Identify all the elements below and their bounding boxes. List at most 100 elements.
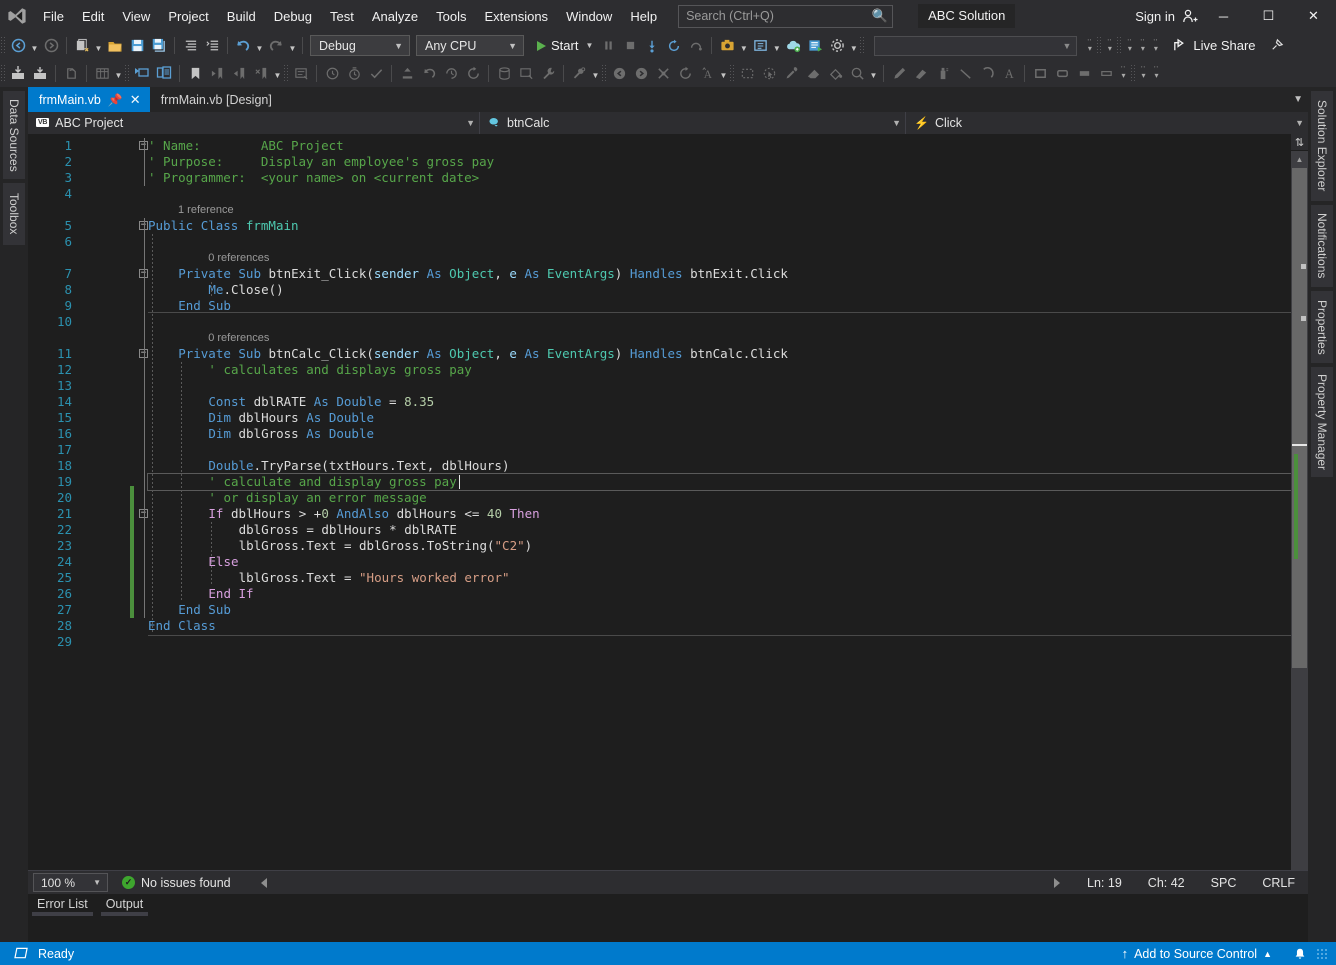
- close-icon[interactable]: ✕: [130, 92, 141, 108]
- menu-file[interactable]: File: [34, 0, 73, 32]
- add-to-source-control-button[interactable]: ↑ Add to Source Control ▲: [1122, 946, 1272, 961]
- undo-dropdown[interactable]: ▼: [254, 36, 265, 56]
- toolbar-grip[interactable]: [729, 63, 736, 83]
- undo-icon[interactable]: [232, 35, 254, 57]
- copy-block-icon[interactable]: [153, 62, 175, 84]
- redo-dropdown[interactable]: ▼: [287, 36, 298, 56]
- configuration-combo[interactable]: Debug ▼: [310, 35, 410, 56]
- bookmark-icon[interactable]: [184, 62, 206, 84]
- menu-test[interactable]: Test: [321, 0, 363, 32]
- maximize-button[interactable]: ☐: [1246, 0, 1291, 32]
- platform-combo[interactable]: Any CPU ▼: [416, 35, 524, 56]
- code-line[interactable]: 8 Me.Close(): [28, 282, 1308, 298]
- live-visual-tree-icon[interactable]: [749, 35, 771, 57]
- scrollbar-thumb[interactable]: [1292, 168, 1307, 668]
- eol-indicator[interactable]: CRLF: [1249, 876, 1308, 890]
- code-line[interactable]: 1 ' Name: ABC Project: [28, 138, 1308, 154]
- code-line[interactable]: 18 Double.TryParse(txtHours.Text, dblHour…: [28, 458, 1308, 474]
- global-search[interactable]: 🔍: [678, 4, 894, 28]
- open-file-icon[interactable]: [104, 35, 126, 57]
- save-icon[interactable]: [126, 35, 148, 57]
- editor-tab-frmmain-vb[interactable]: frmMain.vb 📌 ✕: [28, 87, 150, 112]
- menu-project[interactable]: Project: [159, 0, 217, 32]
- toolbar-grip[interactable]: [859, 36, 867, 55]
- live-share-button[interactable]: Live Share: [1172, 38, 1256, 53]
- resize-grip[interactable]: [1316, 947, 1328, 960]
- sidebar-tab-toolbox[interactable]: Toolbox: [3, 183, 25, 245]
- step-into-icon[interactable]: [641, 35, 663, 57]
- spaces-indicator[interactable]: SPC: [1198, 876, 1250, 890]
- navbar-event-combo[interactable]: ⚡ Click ▼: [906, 111, 1308, 134]
- code-line[interactable]: 21 If dblHours > +0 AndAlso dblHours <= 4…: [28, 506, 1308, 522]
- comment-lines-icon[interactable]: [179, 35, 201, 57]
- tab-output[interactable]: Output: [97, 894, 153, 916]
- code-line[interactable]: 15 Dim dblHours As Double: [28, 410, 1308, 426]
- run-to-icon[interactable]: [804, 35, 826, 57]
- sidebar-tab-solution-explorer[interactable]: Solution Explorer: [1311, 91, 1333, 201]
- editor-tab-frmmain-design[interactable]: frmMain.vb [Design]: [149, 87, 281, 112]
- navigate-back-dropdown[interactable]: ▼: [29, 36, 40, 56]
- code-editor-surface[interactable]: 1 ' Name: ABC Project 2 ' Purpose: Display …: [28, 134, 1308, 894]
- find-combo[interactable]: ▼: [874, 35, 1078, 56]
- tab-error-list[interactable]: Error List: [28, 894, 97, 916]
- import-data-icon[interactable]: [7, 62, 29, 84]
- code-line[interactable]: 20 ' or display an error message: [28, 490, 1308, 506]
- tab-overflow-icon[interactable]: ▼: [1293, 94, 1303, 105]
- code-line[interactable]: 6: [28, 234, 1308, 250]
- layout-icon-c[interactable]: '' ▾: [1150, 66, 1163, 80]
- gear-icon[interactable]: [826, 35, 848, 57]
- screenshot-icon[interactable]: [716, 35, 738, 57]
- menu-debug[interactable]: Debug: [265, 0, 321, 32]
- code-line[interactable]: 10: [28, 314, 1308, 330]
- code-line[interactable]: 29: [28, 634, 1308, 650]
- live-tree-dropdown[interactable]: ▼: [771, 36, 782, 56]
- data-grid-dropdown[interactable]: ▼: [113, 63, 124, 83]
- magnifier-dropdown[interactable]: ▼: [868, 63, 879, 83]
- code-line[interactable]: 13: [28, 378, 1308, 394]
- toolbar-grip[interactable]: [0, 36, 7, 55]
- toolbar-grip[interactable]: [283, 63, 290, 83]
- start-debug-button[interactable]: Start ▼: [531, 35, 597, 57]
- codelens-reference-count[interactable]: 0 references: [208, 250, 269, 266]
- code-line[interactable]: 26 End If: [28, 586, 1308, 602]
- navigate-back-icon[interactable]: [7, 35, 29, 57]
- codelens-reference-count[interactable]: 0 references: [208, 330, 269, 346]
- cloud-icon[interactable]: [782, 35, 804, 57]
- screenshot-dropdown[interactable]: ▼: [738, 36, 749, 56]
- rename-icon[interactable]: [131, 62, 153, 84]
- notification-bell-button[interactable]: [1293, 947, 1307, 961]
- code-line[interactable]: 7 Private Sub btnExit_Click(sender As Obj…: [28, 266, 1308, 282]
- codelens-reference-count[interactable]: 1 reference: [178, 202, 234, 218]
- navbar-member-combo[interactable]: btnCalc ▼: [480, 111, 906, 134]
- sidebar-tab-properties[interactable]: Properties: [1311, 291, 1333, 363]
- search-input[interactable]: [686, 9, 870, 23]
- menu-edit[interactable]: Edit: [73, 0, 113, 32]
- dock-layout-icon-1[interactable]: '' ▾: [1083, 39, 1096, 53]
- toolbar-grip[interactable]: [1096, 36, 1104, 55]
- issues-status[interactable]: ✓ No issues found: [122, 876, 231, 890]
- menu-help[interactable]: Help: [621, 0, 666, 32]
- uncomment-lines-icon[interactable]: [201, 35, 223, 57]
- code-line[interactable]: 25 lblGross.Text = "Hours worked error": [28, 570, 1308, 586]
- menu-build[interactable]: Build: [218, 0, 265, 32]
- sidebar-tab-property-manager[interactable]: Property Manager: [1311, 367, 1333, 477]
- pin-icon[interactable]: 📌: [108, 93, 123, 107]
- toolbar-grip[interactable]: [1116, 36, 1124, 55]
- menu-window[interactable]: Window: [557, 0, 621, 32]
- code-line[interactable]: 4: [28, 186, 1308, 202]
- code-line[interactable]: 17: [28, 442, 1308, 458]
- code-line[interactable]: 24 Else: [28, 554, 1308, 570]
- new-project-icon[interactable]: [71, 35, 93, 57]
- pin-window-icon[interactable]: [1266, 35, 1288, 57]
- close-button[interactable]: ✕: [1291, 0, 1336, 32]
- menu-view[interactable]: View: [113, 0, 159, 32]
- code-line[interactable]: 11 Private Sub btnCalc_Click(sender As Ob…: [28, 346, 1308, 362]
- code-line[interactable]: 28 End Class: [28, 618, 1308, 634]
- next-issue-button[interactable]: [1054, 877, 1061, 888]
- toolbar-grip[interactable]: [0, 63, 7, 83]
- dock-layout-icon-2[interactable]: '' ▾: [1103, 39, 1116, 53]
- save-all-icon[interactable]: [148, 35, 170, 57]
- code-line[interactable]: 2 ' Purpose: Display an employee's gross …: [28, 154, 1308, 170]
- code-line[interactable]: 14 Const dblRATE As Double = 8.35: [28, 394, 1308, 410]
- code-line[interactable]: 5 Public Class frmMain: [28, 218, 1308, 234]
